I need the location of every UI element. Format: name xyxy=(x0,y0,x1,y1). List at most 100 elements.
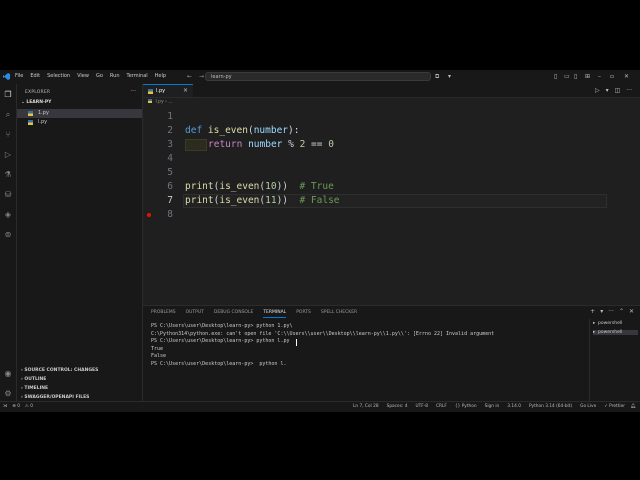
close-window-icon[interactable]: ✕ xyxy=(624,73,629,80)
search-icon[interactable]: ⌕ xyxy=(3,110,13,120)
file-item-1py[interactable]: 1.py xyxy=(17,109,142,118)
more-actions-icon[interactable]: ··· xyxy=(608,308,614,315)
copilot-icon[interactable]: ⧉ xyxy=(435,73,439,81)
back-arrow-icon[interactable]: ← xyxy=(187,73,192,80)
sign-in[interactable]: Sign in xyxy=(485,402,500,412)
code-line-4[interactable]: 4 xyxy=(143,152,640,166)
menu-run[interactable]: Run xyxy=(110,73,120,79)
number: 0 xyxy=(328,139,334,150)
toggle-panel-icon[interactable]: ▭ xyxy=(564,73,570,80)
account-icon[interactable]: ◉ xyxy=(3,369,13,379)
section-source-control[interactable]: › SOURCE CONTROL: CHANGES xyxy=(21,368,98,373)
parameter: number xyxy=(253,125,289,136)
section-timeline[interactable]: › TIMELINE xyxy=(21,386,48,391)
menu-bar: File Edit Selection View Go Run Terminal… xyxy=(15,73,166,79)
keyword-return: return xyxy=(208,139,243,150)
encoding[interactable]: UTF-8 xyxy=(415,402,428,412)
run-debug-icon[interactable]: ▷ xyxy=(3,150,13,160)
python-interpreter[interactable]: Python 3.14 (64-bit) xyxy=(529,402,572,412)
explorer-title: EXPLORER xyxy=(25,90,51,95)
python-version[interactable]: 3.14.0 xyxy=(507,402,521,412)
extensions-icon[interactable]: ◈ xyxy=(3,210,13,220)
code-line-6[interactable]: 6 print(is_even(10)) # True xyxy=(143,180,640,194)
menu-edit[interactable]: Edit xyxy=(30,73,40,79)
tab-spell-checker[interactable]: SPELL CHECKER xyxy=(321,310,357,318)
code-line-7[interactable]: 7 print(is_even(11)) # False xyxy=(143,194,640,208)
split-editor-icon[interactable]: ◫ xyxy=(615,87,621,94)
forward-arrow-icon[interactable]: → xyxy=(199,73,204,80)
toggle-secondary-sidebar-icon[interactable]: ▯ xyxy=(574,73,577,80)
tab-output[interactable]: OUTPUT xyxy=(186,310,204,318)
file-name: 1.py xyxy=(38,110,49,116)
terminal-dropdown-icon[interactable]: ▾ xyxy=(600,308,603,315)
section-label: SOURCE CONTROL: CHANGES xyxy=(24,368,99,373)
menu-help[interactable]: Help xyxy=(155,73,166,79)
terminal-output[interactable]: PS C:\Users\user\Desktop\learn-py> pytho… xyxy=(151,323,581,368)
new-terminal-icon[interactable]: + xyxy=(590,308,595,315)
close-tab-icon[interactable]: × xyxy=(183,87,188,94)
section-swagger[interactable]: › SWAGGER/OPENAPI FILES xyxy=(21,395,89,400)
code-line-2[interactable]: 2 def is_even(number): xyxy=(143,124,640,138)
terminal-line: False xyxy=(151,353,167,359)
toggle-sidebar-icon[interactable]: ▯ xyxy=(554,73,557,80)
menu-terminal[interactable]: Terminal xyxy=(127,73,148,79)
tab-lpy[interactable]: l.py × xyxy=(143,84,193,97)
code-line-5[interactable]: 5 xyxy=(143,166,640,180)
terminal-line: True xyxy=(151,345,164,352)
explorer-icon[interactable]: ❐ xyxy=(3,90,13,100)
editor-tabs: l.py × ▷ ▾ ◫ ··· xyxy=(143,84,640,98)
language-mode[interactable]: {} Python xyxy=(455,402,477,412)
code-line-3[interactable]: 3 return number % 2 == 0 xyxy=(143,138,640,152)
copilot-dropdown-icon[interactable]: ▾ xyxy=(448,73,451,80)
go-live[interactable]: Go Live xyxy=(580,402,596,412)
errors-count[interactable]: ⊗ 0 xyxy=(12,402,20,412)
code-line-8[interactable]: 8 xyxy=(143,208,640,222)
tab-debug-console[interactable]: DEBUG CONSOLE xyxy=(214,310,253,318)
prettier[interactable]: ✓ Prettier xyxy=(604,402,625,412)
database-icon[interactable]: ⛁ xyxy=(3,190,13,200)
menu-file[interactable]: File xyxy=(15,73,23,79)
terminal-instance[interactable]: ▸ powershell xyxy=(593,330,638,335)
cursor-position[interactable]: Ln 7, Col 28 xyxy=(353,402,379,412)
run-dropdown-icon[interactable]: ▾ xyxy=(606,87,609,94)
folder-learn-py[interactable]: ⌄ LEARN-PY xyxy=(21,100,51,105)
command-center-search[interactable]: learn-py xyxy=(205,72,431,81)
line-number: 8 xyxy=(167,209,173,220)
run-python-icon[interactable]: ▷ xyxy=(595,87,600,94)
tab-ports[interactable]: PORTS xyxy=(296,310,311,318)
settings-gear-icon[interactable]: ⚙ xyxy=(3,389,13,399)
line-ending[interactable]: CRLF xyxy=(436,402,447,412)
source-control-icon[interactable]: ⑂ xyxy=(3,130,13,140)
notifications-bell-icon[interactable]: 🔔︎ xyxy=(631,402,636,412)
more-actions-icon[interactable]: ··· xyxy=(626,87,632,94)
maximize-icon[interactable]: ▫ xyxy=(610,73,614,80)
customize-layout-icon[interactable]: ⊞ xyxy=(585,73,590,80)
file-item-lpy[interactable]: l.py xyxy=(17,118,142,127)
minimize-icon[interactable]: – xyxy=(598,73,601,80)
section-outline[interactable]: › OUTLINE xyxy=(21,377,46,382)
close-panel-icon[interactable]: ✕ xyxy=(629,308,634,315)
tab-terminal[interactable]: TERMINAL xyxy=(263,310,287,318)
parameter: number xyxy=(248,139,283,150)
menu-go[interactable]: Go xyxy=(96,73,103,79)
testing-icon[interactable]: ⚗ xyxy=(3,170,13,180)
more-actions-icon[interactable]: ··· xyxy=(130,88,136,95)
number: 11 xyxy=(265,195,277,206)
maximize-panel-icon[interactable]: ⌃ xyxy=(619,308,624,315)
menu-selection[interactable]: Selection xyxy=(47,73,70,79)
code-line-1[interactable]: 1 xyxy=(143,110,640,124)
file-name: l.py xyxy=(38,119,48,125)
warnings-count[interactable]: ⚠ 0 xyxy=(25,402,33,412)
menu-view[interactable]: View xyxy=(77,73,89,79)
section-label: OUTLINE xyxy=(24,377,47,382)
indentation[interactable]: Spaces: 4 xyxy=(387,402,408,412)
python-file-icon xyxy=(148,99,152,103)
status-left: ⋊ ⊗ 0 ⚠ 0 xyxy=(3,402,33,412)
function-name: is_even xyxy=(207,125,248,136)
remote-icon[interactable]: ⊚ xyxy=(3,230,13,240)
breadcrumb[interactable]: l.py › ... xyxy=(148,99,173,105)
python-file-icon xyxy=(28,120,33,125)
tab-problems[interactable]: PROBLEMS xyxy=(151,310,176,318)
remote-indicator-icon[interactable]: ⋊ xyxy=(3,402,7,412)
terminal-instance[interactable]: ▸ powershell xyxy=(593,321,622,326)
